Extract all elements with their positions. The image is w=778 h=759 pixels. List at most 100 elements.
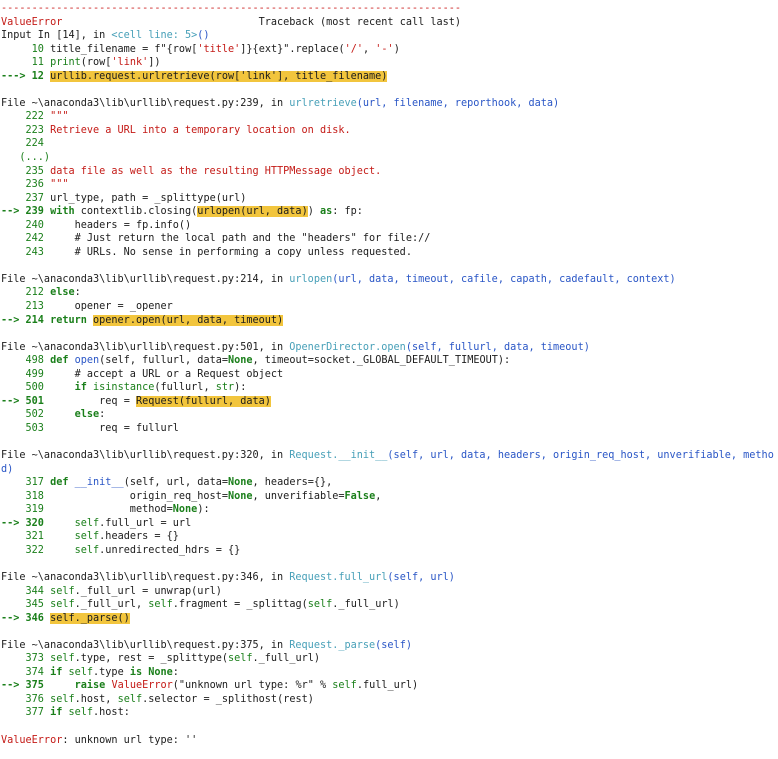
code-token: self: [117, 693, 143, 705]
code-token: self: [74, 544, 100, 556]
code-line: 345 self._full_url, self.fragment = _spl…: [1, 598, 778, 612]
code-token: title_filename: [50, 43, 143, 55]
code-token: ("unknown url type: %r": [172, 680, 320, 692]
frame-function[interactable]: urlopen: [289, 274, 332, 285]
line-number: 236: [1, 179, 51, 191]
code-token: self: [307, 599, 333, 611]
frame-args-wrap: d): [1, 463, 14, 475]
code-token: str: [215, 382, 235, 394]
line-number: 242: [1, 233, 51, 245]
code-token: req: [50, 395, 124, 407]
line-number: (...): [1, 152, 51, 164]
code-token: _splithost(rest): [215, 693, 314, 705]
frame-file: File ~\anaconda3\lib\urllib\request.py:3…: [1, 571, 290, 583]
frame-file: File ~\anaconda3\lib\urllib\request.py:2…: [1, 273, 290, 285]
line-number: --> 214: [1, 314, 51, 326]
code-token: if: [50, 666, 69, 678]
code-line: 317 def __init__(self, url, data=None, h…: [1, 476, 778, 490]
line-number: 377: [1, 707, 51, 719]
code-token: open: [74, 355, 100, 367]
code-token: : fp:: [332, 206, 363, 218]
highlighted-call: opener.open(url, data, timeout): [93, 314, 284, 326]
line-number: 503: [1, 422, 51, 434]
code-token: ):: [234, 382, 247, 394]
code-token: ]): [148, 57, 161, 69]
frame-function[interactable]: Request._parse: [289, 640, 375, 651]
frame-file: File ~\anaconda3\lib\urllib\request.py:3…: [1, 450, 290, 462]
line-number: 499: [1, 368, 51, 380]
code-token: 'title': [197, 43, 241, 55]
frame-function[interactable]: Request.full_url: [289, 572, 387, 583]
code-token: f": [154, 43, 167, 55]
highlighted-call: Request(fullurl, data): [135, 395, 271, 407]
code-token: url_type, path: [50, 192, 143, 204]
frame-function[interactable]: OpenerDirector.open: [289, 342, 406, 353]
code-line: 240 headers = fp.info(): [1, 219, 778, 233]
code-line: --> 501 req = Request(fullurl, data): [1, 395, 778, 409]
code-line: 11 print(row['link']): [1, 56, 778, 70]
code-token: .selector: [142, 693, 204, 705]
code-token: .host:: [93, 707, 130, 719]
line-number: 345: [1, 599, 51, 611]
line-number: --> 239: [1, 206, 51, 218]
line-number: 373: [1, 653, 51, 665]
frame-header: File ~\anaconda3\lib\urllib\request.py:2…: [1, 97, 778, 111]
code-token: =: [148, 653, 161, 665]
line-number: 222: [1, 111, 51, 123]
line-number: 374: [1, 666, 51, 678]
code-line: 503 req = fullurl: [1, 422, 778, 436]
code-token: headers: [50, 219, 124, 231]
code-token: Retrieve a URL into a temporary location…: [50, 124, 351, 136]
frame-function[interactable]: <cell line: 5>: [111, 30, 197, 41]
code-token: False: [344, 490, 376, 502]
code-line: 376 self.host, self.selector = _splithos…: [1, 693, 778, 707]
code-token: __init__: [74, 477, 124, 489]
code-line: 321 self.headers = {}: [1, 530, 778, 544]
line-number: 240: [1, 219, 51, 231]
code-line: 499 # accept a URL or a Request object: [1, 368, 778, 382]
code-token: _splittype(: [160, 653, 228, 665]
code-line: 344 self._full_url = unwrap(url): [1, 585, 778, 599]
code-token: isinstance: [93, 382, 155, 394]
frame-header: File ~\anaconda3\lib\urllib\request.py:5…: [1, 341, 778, 355]
code-token: :: [172, 666, 179, 678]
code-token: =: [142, 192, 155, 204]
code-token: :: [74, 287, 81, 299]
code-line: 212 else:: [1, 286, 778, 300]
line-number: 224: [1, 138, 51, 150]
code-token: ._full_url: [74, 585, 143, 597]
code-line: 319 method=None):: [1, 503, 778, 517]
code-token: self: [68, 707, 94, 719]
code-token: method: [50, 504, 167, 516]
code-line: --> 214 return opener.open(url, data, ti…: [1, 314, 778, 328]
line-number: 344: [1, 585, 51, 597]
code-token: self: [74, 517, 100, 529]
code-token: .type, rest: [74, 653, 149, 665]
traceback-separator: ----------------------------------------…: [1, 3, 462, 14]
code-token: ): [393, 43, 400, 55]
line-number: 235: [1, 165, 51, 177]
code-line: 500 if isinstance(fullurl, str):: [1, 381, 778, 395]
code-line: 235 data file as well as the resulting H…: [1, 165, 778, 179]
code-token: # URLs. No sense in performing a copy un…: [50, 246, 412, 258]
frame-args: (url, filename, reporthook, data): [356, 97, 560, 109]
code-token: , headers: [252, 477, 308, 489]
code-token: =: [123, 219, 136, 231]
code-token: self: [148, 599, 173, 611]
code-token: ,: [363, 43, 376, 55]
code-token: .full_url): [356, 680, 419, 692]
code-line: 374 if self.type is None:: [1, 666, 778, 680]
code-token: ValueError: [111, 680, 173, 692]
frame-function[interactable]: Request.__init__: [289, 450, 387, 461]
code-token: =: [160, 517, 173, 529]
code-line: 223 Retrieve a URL into a temporary loca…: [1, 124, 778, 138]
code-token: opener: [50, 301, 118, 313]
frame-function[interactable]: urlretrieve: [289, 98, 356, 109]
code-token: req: [50, 422, 124, 434]
code-token: row[: [172, 43, 198, 55]
code-line: 222 """: [1, 110, 778, 124]
frame-file: Input In [14], in: [1, 30, 112, 42]
